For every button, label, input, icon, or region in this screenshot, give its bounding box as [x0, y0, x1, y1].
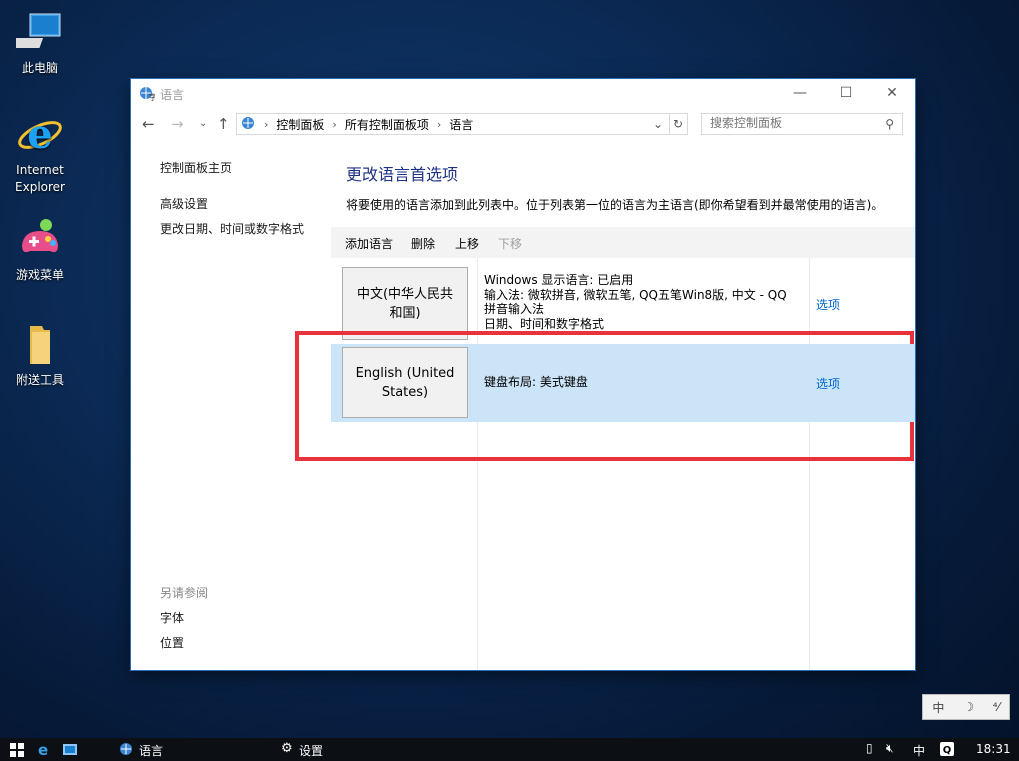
refresh-button[interactable]: ↻ — [669, 113, 688, 135]
language-list: 中文(中华人民共 和国) Windows 显示语言: 已启用 输入法: 微软拼音,… — [331, 258, 915, 670]
maximize-icon: ☐ — [839, 85, 853, 101]
language-row-english[interactable]: English (United States) 键盘布局: 美式键盘 选项 — [331, 344, 915, 422]
desktop-icon-this-pc[interactable]: 此电脑 — [4, 8, 76, 77]
tray-ime-indicator[interactable]: 中 — [913, 742, 925, 759]
back-arrow-icon[interactable]: ← — [142, 115, 155, 133]
breadcrumb-separator-icon: › — [436, 117, 442, 131]
volume-muted-icon[interactable]: 🔇︎ — [886, 741, 894, 756]
language-name: English (United States) — [355, 365, 455, 400]
svg-text:字: 字 — [149, 92, 155, 101]
options-link-english[interactable]: 选项 — [816, 375, 840, 392]
options-link-chinese[interactable]: 选项 — [816, 296, 840, 313]
computer-icon — [9, 8, 64, 56]
internet-explorer-icon: e — [16, 110, 64, 158]
svg-text:e: e — [27, 111, 52, 158]
forward-arrow-icon[interactable]: → — [171, 115, 184, 133]
breadcrumb-language[interactable]: 语言 — [449, 116, 473, 133]
ime-status-bar[interactable]: 中 ☽ ⁴⁄ — [922, 694, 1010, 720]
language-globe-icon: 字 — [139, 85, 157, 102]
clock[interactable]: 18:31 — [976, 742, 1011, 756]
move-down-button[interactable]: 下移 — [498, 235, 522, 252]
moon-icon[interactable]: ☽ — [963, 700, 974, 714]
input-methods-cont: 拼音输入法 — [484, 302, 545, 316]
add-language-button[interactable]: 添加语言 — [345, 235, 393, 252]
up-arrow-icon[interactable]: ↑ — [217, 115, 230, 133]
recent-locations-chevron-icon[interactable]: ⌄ — [199, 118, 207, 129]
window-title: 语言 — [160, 88, 185, 102]
desktop-icon-internet-explorer[interactable]: e Internet Explorer — [4, 110, 76, 196]
ime-mode-indicator[interactable]: 中 — [932, 699, 944, 716]
page-title: 更改语言首选项 — [346, 165, 459, 184]
language-taskbar-icon — [118, 741, 134, 760]
control-panel-icon — [240, 115, 256, 134]
desktop-icon-tools-folder[interactable]: 附送工具 — [4, 320, 76, 389]
usb-device-icon[interactable]: ▯ — [866, 741, 873, 755]
language-details: Windows 显示语言: 已启用 输入法: 微软拼音, 微软五笔, QQ五笔W… — [484, 273, 804, 331]
language-tile-chinese[interactable]: 中文(中华人民共 和国) — [342, 267, 468, 340]
language-window: 字 语言 — ☐ ✕ ← → ⌄ ↑ › 控制面板 › 所有控制面板项 › 语言… — [131, 79, 915, 670]
see-also-heading: 另请参阅 — [160, 586, 209, 600]
language-name: 中文(中华人民共 和国) — [356, 286, 454, 321]
keyboard-layout: 键盘布局: 美式键盘 — [484, 375, 588, 389]
language-tile-english[interactable]: English (United States) — [342, 347, 468, 418]
taskbar-item-settings[interactable]: 设置 — [299, 742, 323, 759]
control-panel-home-link[interactable]: 控制面板主页 — [160, 159, 232, 176]
address-bar[interactable]: › 控制面板 › 所有控制面板项 › 语言 ⌄ — [236, 113, 670, 135]
address-dropdown-icon[interactable]: ⌄ — [653, 117, 663, 131]
page-description: 将要使用的语言添加到此列表中。位于列表第一位的语言为主语言(即你希望看到并最常使… — [346, 198, 884, 212]
svg-text:Q: Q — [943, 745, 952, 756]
close-icon: ✕ — [886, 85, 898, 101]
breadcrumb-separator-icon: › — [332, 117, 337, 131]
halfwidth-icon[interactable]: ⁴⁄ — [993, 700, 1000, 714]
minimize-button[interactable]: — — [777, 79, 823, 107]
desktop-icon-label-line2: Explorer — [15, 180, 65, 194]
date-time-format: 日期、时间和数字格式 — [484, 316, 605, 331]
language-toolbar: 添加语言 删除 上移 下移 — [331, 227, 915, 258]
desktop-icon-game-menu[interactable]: 游戏菜单 — [4, 215, 76, 284]
display-language-status: Windows 显示语言: 已启用 — [484, 273, 634, 287]
desktop-icon-label: 此电脑 — [21, 61, 58, 75]
search-icon[interactable]: ⚲ — [885, 117, 894, 131]
qq-search-icon[interactable]: Q — [939, 741, 955, 760]
minimize-icon: — — [793, 85, 807, 101]
title-bar[interactable]: 字 语言 — ☐ ✕ — [131, 79, 915, 107]
breadcrumb-all-items[interactable]: 所有控制面板项 — [345, 116, 429, 133]
desktop-icon-label: 附送工具 — [15, 373, 64, 387]
breadcrumb-separator-icon: › — [264, 117, 269, 131]
remove-button[interactable]: 删除 — [411, 235, 435, 252]
breadcrumb-control-panel[interactable]: 控制面板 — [276, 116, 324, 133]
change-date-time-format-link[interactable]: 更改日期、时间或数字格式 — [160, 220, 304, 237]
advanced-settings-link[interactable]: 高级设置 — [160, 195, 208, 212]
language-details: 键盘布局: 美式键盘 — [484, 375, 804, 390]
close-button[interactable]: ✕ — [869, 79, 915, 107]
gear-icon: ⚙ — [281, 741, 293, 756]
search-box[interactable]: ⚲ — [701, 113, 903, 135]
maximize-button[interactable]: ☐ — [823, 79, 869, 107]
search-input[interactable] — [702, 114, 870, 132]
refresh-icon: ↻ — [672, 117, 684, 131]
location-link[interactable]: 位置 — [160, 634, 184, 651]
taskbar: e 语言 ⚙ 设置 ▯ 🔇︎ 中 Q 18:31 — [0, 738, 1019, 761]
address-row: ← → ⌄ ↑ › 控制面板 › 所有控制面板项 › 语言 ⌄ ↻ ⚲ — [131, 111, 915, 139]
windows-start-icon[interactable] — [10, 743, 24, 760]
game-controller-icon — [16, 215, 64, 263]
taskbar-item-language[interactable]: 语言 — [139, 742, 163, 759]
fonts-link[interactable]: 字体 — [160, 609, 184, 626]
internet-explorer-taskbar-icon[interactable]: e — [38, 741, 48, 759]
desktop-icon-label: 游戏菜单 — [15, 268, 64, 282]
file-explorer-icon[interactable] — [62, 741, 78, 760]
move-up-button[interactable]: 上移 — [455, 235, 479, 252]
desktop-icon-label-line1: Internet — [16, 163, 64, 177]
input-methods: 输入法: 微软拼音, 微软五笔, QQ五笔Win8版, 中文 - QQ — [484, 287, 787, 302]
folder-icon — [16, 320, 64, 368]
